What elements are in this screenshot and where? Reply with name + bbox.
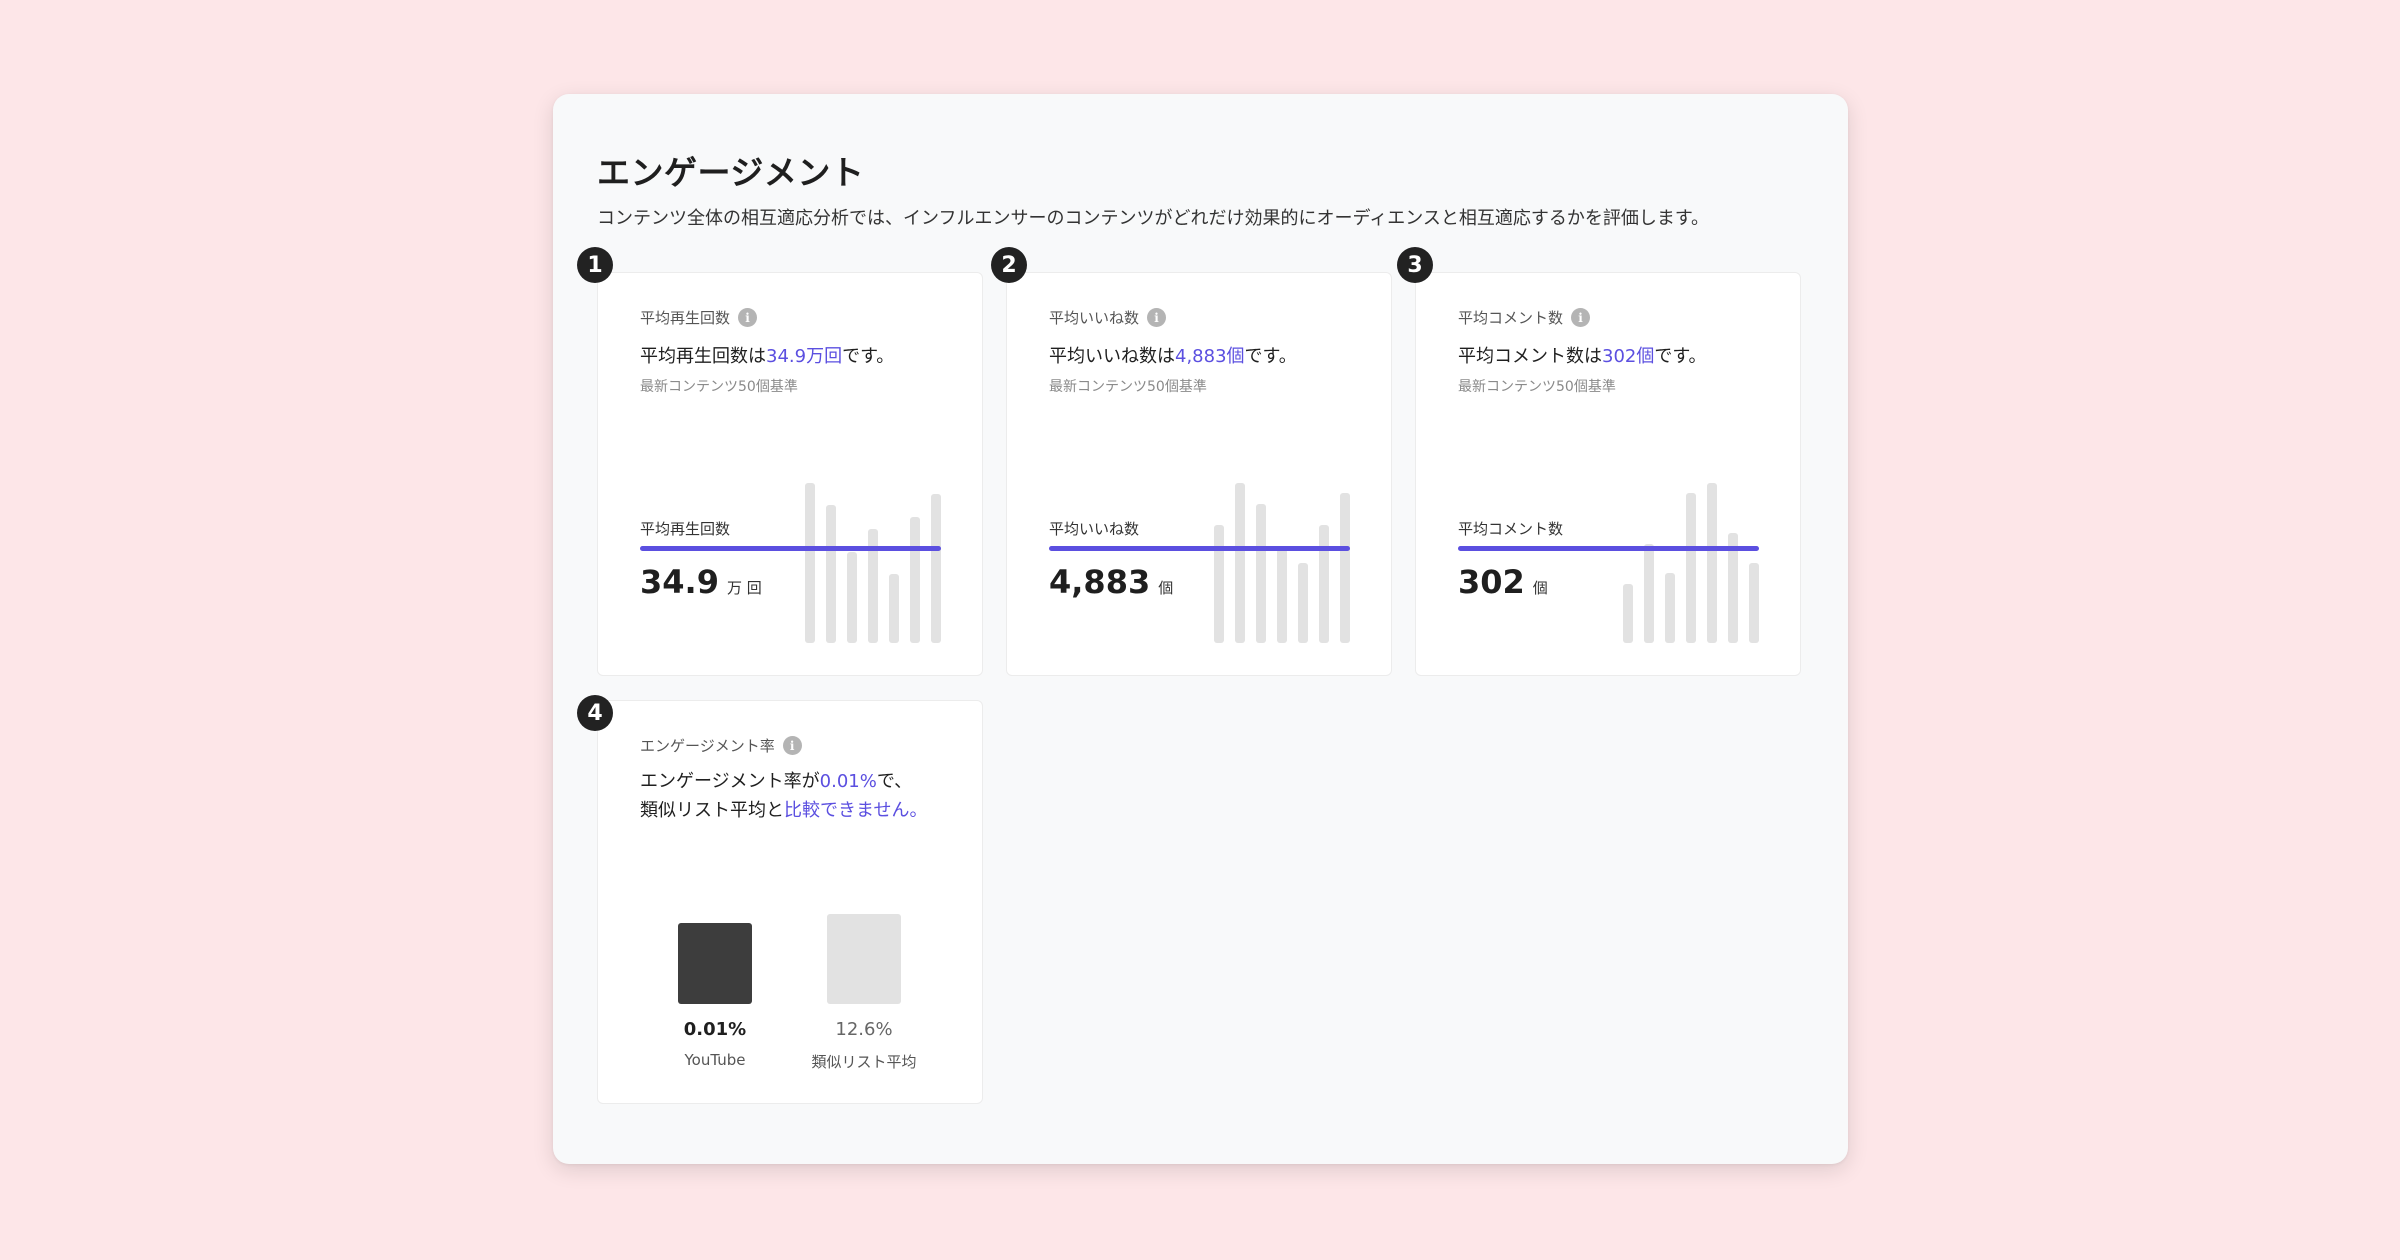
bar bbox=[1623, 584, 1633, 643]
comparison-value: 0.01% bbox=[683, 1019, 747, 1040]
bar-chart bbox=[805, 483, 941, 643]
bar bbox=[1707, 483, 1717, 643]
sentence-suffix: です。 bbox=[1654, 346, 1707, 367]
card-number-badge: 3 bbox=[1397, 247, 1433, 283]
card-label: 平均いいね数 i bbox=[1049, 307, 1167, 328]
youtube-bar bbox=[678, 923, 752, 1004]
bar bbox=[889, 574, 899, 643]
bar bbox=[826, 505, 836, 643]
bar bbox=[1298, 563, 1308, 643]
page-description: コンテンツ全体の相互適応分析では、インフルエンサーのコンテンツがどれだけ効果的に… bbox=[597, 208, 1710, 229]
card-label: 平均コメント数 i bbox=[1458, 307, 1591, 328]
sentence-suffix: です。 bbox=[842, 346, 895, 367]
engagement-panel: エンゲージメント コンテンツ全体の相互適応分析では、インフルエンサーのコンテンツ… bbox=[553, 94, 1848, 1164]
avg-number: 302 bbox=[1458, 563, 1525, 601]
sentence-highlight: 4,883個 bbox=[1175, 346, 1245, 367]
bar bbox=[1665, 573, 1675, 643]
card-sentence: 平均いいね数は4,883個です。 bbox=[1049, 343, 1297, 372]
engagement-comparison-chart: 0.01% YouTube 12.6% 類似リスト平均 bbox=[598, 701, 982, 1103]
avg-label: 平均いいね数 bbox=[1049, 520, 1140, 538]
sentence-highlight: 302個 bbox=[1602, 346, 1655, 367]
avg-number: 34.9 bbox=[640, 563, 719, 601]
card-sentence: 平均コメント数は302個です。 bbox=[1458, 343, 1707, 372]
avg-line bbox=[1458, 546, 1759, 551]
bar bbox=[1256, 504, 1266, 643]
card-label: 平均再生回数 i bbox=[640, 307, 758, 328]
bar bbox=[1214, 525, 1224, 643]
avg-value: 34.9 万 回 bbox=[640, 563, 762, 601]
card-basis: 最新コンテンツ50個基準 bbox=[1049, 379, 1207, 395]
bar bbox=[1644, 544, 1654, 643]
avg-comments-card: 平均コメント数 i 平均コメント数は302個です。 最新コンテンツ50個基準 平… bbox=[1415, 272, 1801, 676]
avg-line bbox=[640, 546, 941, 551]
bar bbox=[931, 494, 941, 643]
avg-views-card: 平均再生回数 i 平均再生回数は34.9万回です。 最新コンテンツ50個基準 平… bbox=[597, 272, 983, 676]
sentence-highlight: 34.9万回 bbox=[766, 346, 843, 367]
card-basis: 最新コンテンツ50個基準 bbox=[1458, 379, 1616, 395]
avg-label: 平均コメント数 bbox=[1458, 520, 1564, 538]
bar bbox=[1277, 549, 1287, 643]
sentence-prefix: 平均コメント数は bbox=[1458, 346, 1602, 367]
page-title: エンゲージメント bbox=[597, 153, 865, 192]
bar bbox=[1686, 493, 1696, 643]
card-label-text: 平均いいね数 bbox=[1049, 309, 1140, 327]
comparison-value: 12.6% bbox=[835, 1019, 893, 1040]
engagement-rate-card: エンゲージメント率 i エンゲージメント率が0.01%で、 類似リスト平均と比較… bbox=[597, 700, 983, 1104]
sentence-suffix: です。 bbox=[1244, 346, 1297, 367]
bar bbox=[1235, 483, 1245, 643]
sentence-prefix: 平均再生回数は bbox=[640, 346, 766, 367]
avg-unit: 個 bbox=[1532, 579, 1548, 597]
comparison-name: YouTube bbox=[684, 1051, 746, 1069]
comparison-name: 類似リスト平均 bbox=[811, 1053, 917, 1071]
bar bbox=[847, 552, 857, 643]
info-icon[interactable]: i bbox=[1147, 308, 1167, 327]
bar bbox=[1340, 493, 1350, 643]
bar bbox=[910, 517, 920, 643]
card-number-badge: 2 bbox=[991, 247, 1027, 283]
avg-unit: 個 bbox=[1158, 579, 1174, 597]
avg-line bbox=[1049, 546, 1350, 551]
avg-value: 302 個 bbox=[1458, 563, 1548, 601]
similar-list-bar bbox=[827, 914, 901, 1004]
card-sentence: 平均再生回数は34.9万回です。 bbox=[640, 343, 894, 372]
card-number-badge: 1 bbox=[577, 247, 613, 283]
bar bbox=[805, 483, 815, 643]
card-label-text: 平均再生回数 bbox=[640, 309, 731, 327]
bar bbox=[1749, 563, 1759, 643]
avg-number: 4,883 bbox=[1049, 563, 1151, 601]
bar bbox=[1319, 525, 1329, 643]
sentence-prefix: 平均いいね数は bbox=[1049, 346, 1175, 367]
info-icon[interactable]: i bbox=[1571, 308, 1591, 327]
info-icon[interactable]: i bbox=[738, 308, 758, 327]
card-number-badge: 4 bbox=[577, 695, 613, 731]
avg-likes-card: 平均いいね数 i 平均いいね数は4,883個です。 最新コンテンツ50個基準 平… bbox=[1006, 272, 1392, 676]
bar-chart bbox=[1214, 483, 1350, 643]
avg-label: 平均再生回数 bbox=[640, 520, 731, 538]
bar-chart bbox=[1623, 483, 1759, 643]
avg-unit: 万 回 bbox=[726, 579, 762, 597]
card-basis: 最新コンテンツ50個基準 bbox=[640, 379, 798, 395]
avg-value: 4,883 個 bbox=[1049, 563, 1173, 601]
card-label-text: 平均コメント数 bbox=[1458, 309, 1564, 327]
